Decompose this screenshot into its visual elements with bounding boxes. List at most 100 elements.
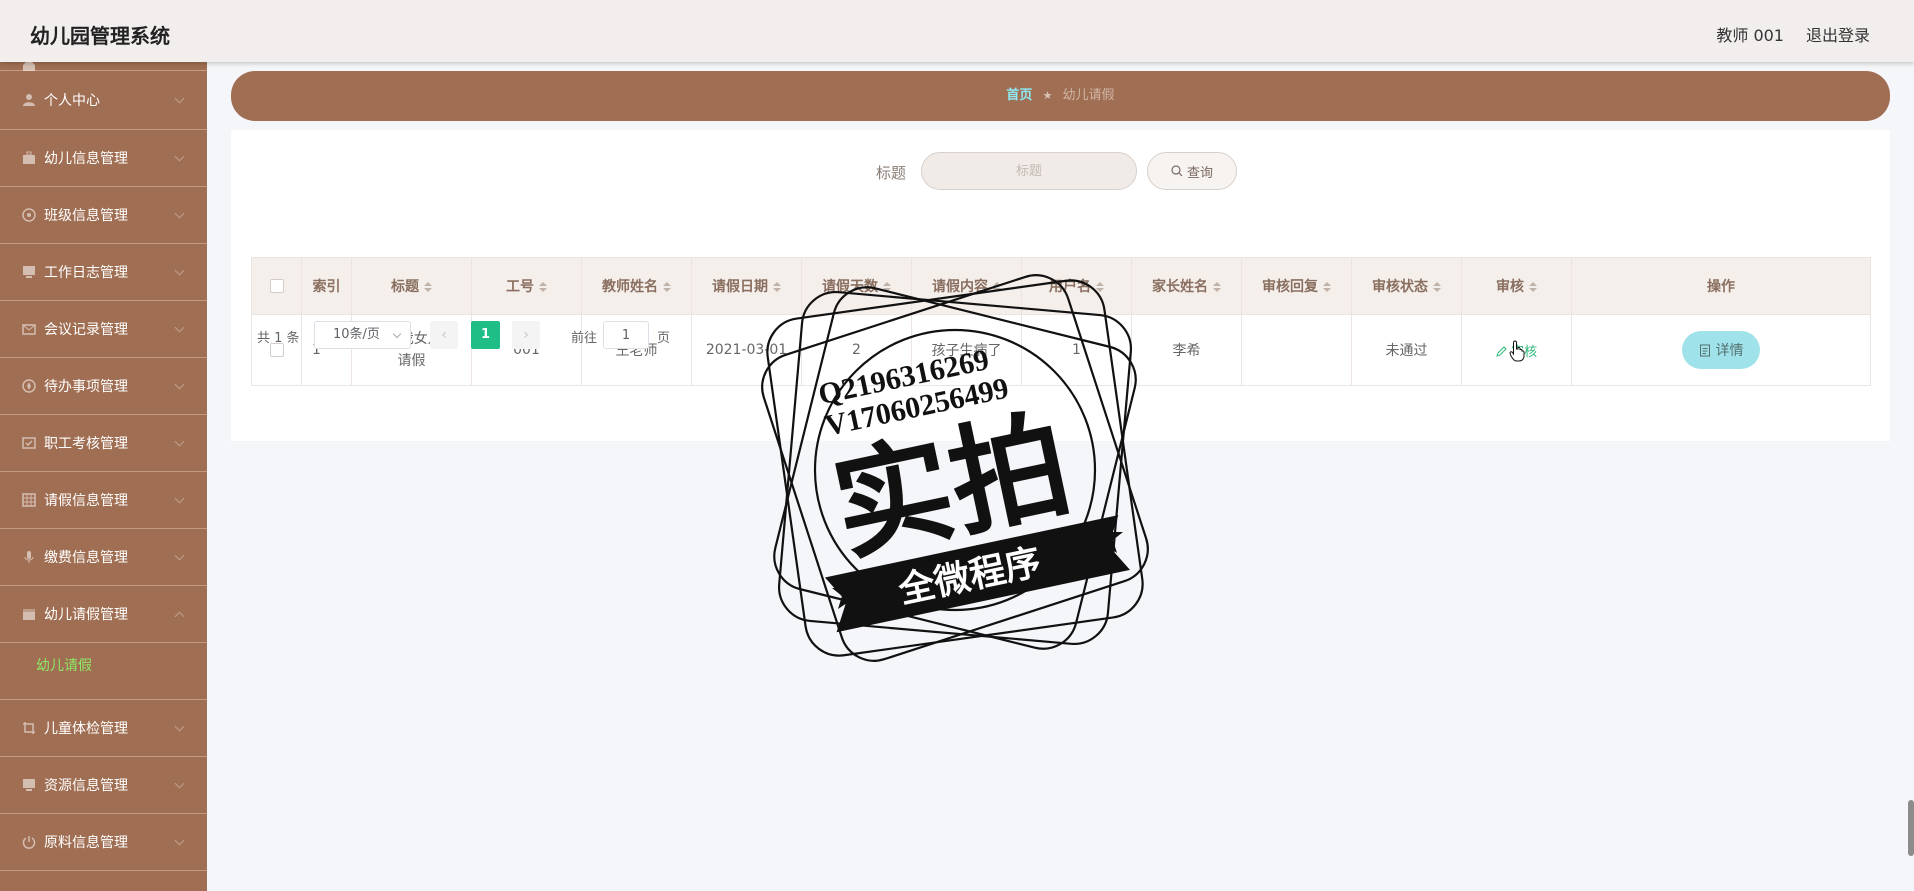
- sidebar-item-label: 缴费信息管理: [44, 550, 128, 566]
- sidebar-item-label: 儿童体检管理: [44, 721, 128, 737]
- app-title: 幼儿园管理系统: [30, 24, 170, 48]
- column-header[interactable]: 审核回复: [1241, 257, 1352, 315]
- sort-icon[interactable]: [424, 282, 432, 292]
- sidebar-item-personal[interactable]: 个人中心: [0, 71, 207, 130]
- chevron-down-icon: [174, 208, 185, 219]
- crop-icon: [23, 722, 35, 734]
- sort-icon[interactable]: [773, 282, 781, 292]
- sidebar-item-child-info[interactable]: 幼儿信息管理: [0, 130, 207, 187]
- sidebar-item-class-info[interactable]: 班级信息管理: [0, 187, 207, 244]
- sort-icon[interactable]: [883, 282, 891, 292]
- sort-icon[interactable]: [1433, 282, 1441, 292]
- cell-reply: [1241, 314, 1352, 386]
- cell-days: 2: [801, 314, 912, 386]
- scrollbar-thumb[interactable]: [1908, 800, 1914, 856]
- document-icon: [1699, 344, 1710, 356]
- search-label: 标题: [876, 164, 907, 182]
- chevron-down-icon: [174, 778, 185, 789]
- sidebar-item-resource-info[interactable]: 资源信息管理: [0, 757, 207, 814]
- submenu-item-child-leave[interactable]: 幼儿请假: [36, 655, 92, 675]
- breadcrumb-home[interactable]: 首页: [1006, 88, 1032, 103]
- pagination-total: 共 1 条: [257, 331, 300, 346]
- sidebar-item-label: 职工考核管理: [44, 436, 128, 452]
- column-header[interactable]: 审核: [1461, 257, 1572, 315]
- goto-page-input[interactable]: [603, 321, 649, 349]
- sort-icon[interactable]: [1323, 282, 1331, 292]
- star-icon: [832, 576, 868, 609]
- sort-icon[interactable]: [1213, 282, 1221, 292]
- briefcase-icon: [23, 151, 35, 164]
- compass-icon: [22, 379, 36, 393]
- sidebar-item-staff-assessment[interactable]: 职工考核管理: [0, 415, 207, 472]
- breadcrumb-current: 幼儿请假: [1062, 88, 1115, 103]
- select-all-checkbox[interactable]: [269, 279, 284, 293]
- sidebar-item-label: 班级信息管理: [44, 208, 128, 224]
- breadcrumb: 首页 ★ 幼儿请假: [231, 71, 1890, 121]
- chevron-down-icon: [174, 265, 185, 276]
- sort-icon[interactable]: [663, 282, 671, 292]
- sidebar-item-label: 请假信息管理: [44, 493, 128, 509]
- column-header[interactable]: 标题: [351, 257, 472, 315]
- submenu-child-leave: 幼儿请假: [0, 643, 207, 700]
- column-header[interactable]: 审核状态: [1351, 257, 1462, 315]
- column-header[interactable]: 请假内容: [911, 257, 1022, 315]
- chevron-down-icon: [174, 550, 185, 561]
- current-user[interactable]: 教师 001: [1716, 22, 1784, 46]
- chevron-down-icon: [174, 721, 185, 732]
- power-icon: [22, 836, 36, 849]
- sidebar-item-home[interactable]: 首页: [0, 62, 207, 71]
- sidebar-item-child-leave[interactable]: 幼儿请假管理: [0, 586, 207, 643]
- column-header[interactable]: 请假日期: [691, 257, 802, 315]
- column-header[interactable]: 家长姓名: [1131, 257, 1242, 315]
- sidebar-item-label: 待办事项管理: [44, 379, 128, 395]
- sidebar-item-todo[interactable]: 待办事项管理: [0, 358, 207, 415]
- prev-page-button[interactable]: ‹: [430, 321, 458, 349]
- query-button[interactable]: 查询: [1147, 152, 1237, 190]
- cell-parent: 李希: [1131, 314, 1242, 386]
- column-header[interactable]: 教师姓名: [581, 257, 692, 315]
- hand-cursor-icon: [1509, 340, 1525, 362]
- sidebar-item-work-log[interactable]: 工作日志管理: [0, 244, 207, 301]
- sidebar-item-material-info[interactable]: 原料信息管理: [0, 814, 207, 871]
- column-header: 操作: [1571, 257, 1871, 315]
- grid-icon: [22, 493, 36, 507]
- sort-icon[interactable]: [1529, 282, 1537, 292]
- sidebar-item-leave-info[interactable]: 请假信息管理: [0, 472, 207, 529]
- compass-icon: [22, 208, 36, 222]
- sort-icon[interactable]: [539, 282, 547, 292]
- sort-icon[interactable]: [1096, 282, 1104, 292]
- column-header[interactable]: 工号: [471, 257, 582, 315]
- column-header[interactable]: 请假天数: [801, 257, 912, 315]
- sidebar-item-payment-info[interactable]: 缴费信息管理: [0, 529, 207, 586]
- chevron-down-icon: [174, 835, 185, 846]
- column-header: 索引: [301, 257, 352, 315]
- watermark-banner: 全微程序: [894, 541, 1045, 612]
- page-size-value: 10条/页: [333, 327, 380, 342]
- search-input[interactable]: [921, 152, 1137, 190]
- sidebar: 首页 个人中心 幼儿信息管理 班级信息管理 工作日志管理 会议记录管理 待办事项…: [0, 62, 207, 891]
- column-header[interactable]: 用户名: [1021, 257, 1132, 315]
- page-number-current[interactable]: 1: [471, 321, 500, 349]
- page-size-select[interactable]: 10条/页: [314, 321, 411, 349]
- cell-username: 1: [1021, 314, 1132, 386]
- sidebar-item-label: 幼儿请假管理: [44, 607, 128, 623]
- cell-actions: 详情: [1571, 314, 1871, 386]
- logout-link[interactable]: 退出登录: [1806, 22, 1870, 46]
- detail-button[interactable]: 详情: [1682, 331, 1760, 369]
- search-icon: [1171, 165, 1183, 177]
- content-panel: 标题 查询 索引 标题 工号 教师姓名 请假日期 请假天数 请假内容 用户名 家…: [231, 130, 1890, 441]
- chevron-up-icon: [174, 611, 185, 622]
- goto-unit: 页: [657, 331, 671, 346]
- cell-date: 2021-03-01: [691, 314, 802, 386]
- sidebar-item-meeting-record[interactable]: 会议记录管理: [0, 301, 207, 358]
- sidebar-item-health-check[interactable]: 儿童体检管理: [0, 700, 207, 757]
- sidebar-item-label: 原料信息管理: [44, 835, 128, 851]
- next-page-button[interactable]: ›: [512, 321, 540, 349]
- mail-icon: [22, 324, 36, 335]
- chevron-down-icon: [174, 379, 185, 390]
- sort-icon[interactable]: [993, 282, 1001, 292]
- chevron-down-icon: [174, 493, 185, 504]
- sidebar-item-label: 资源信息管理: [44, 778, 128, 794]
- mic-icon: [24, 551, 34, 563]
- cell-status: 未通过: [1351, 314, 1462, 386]
